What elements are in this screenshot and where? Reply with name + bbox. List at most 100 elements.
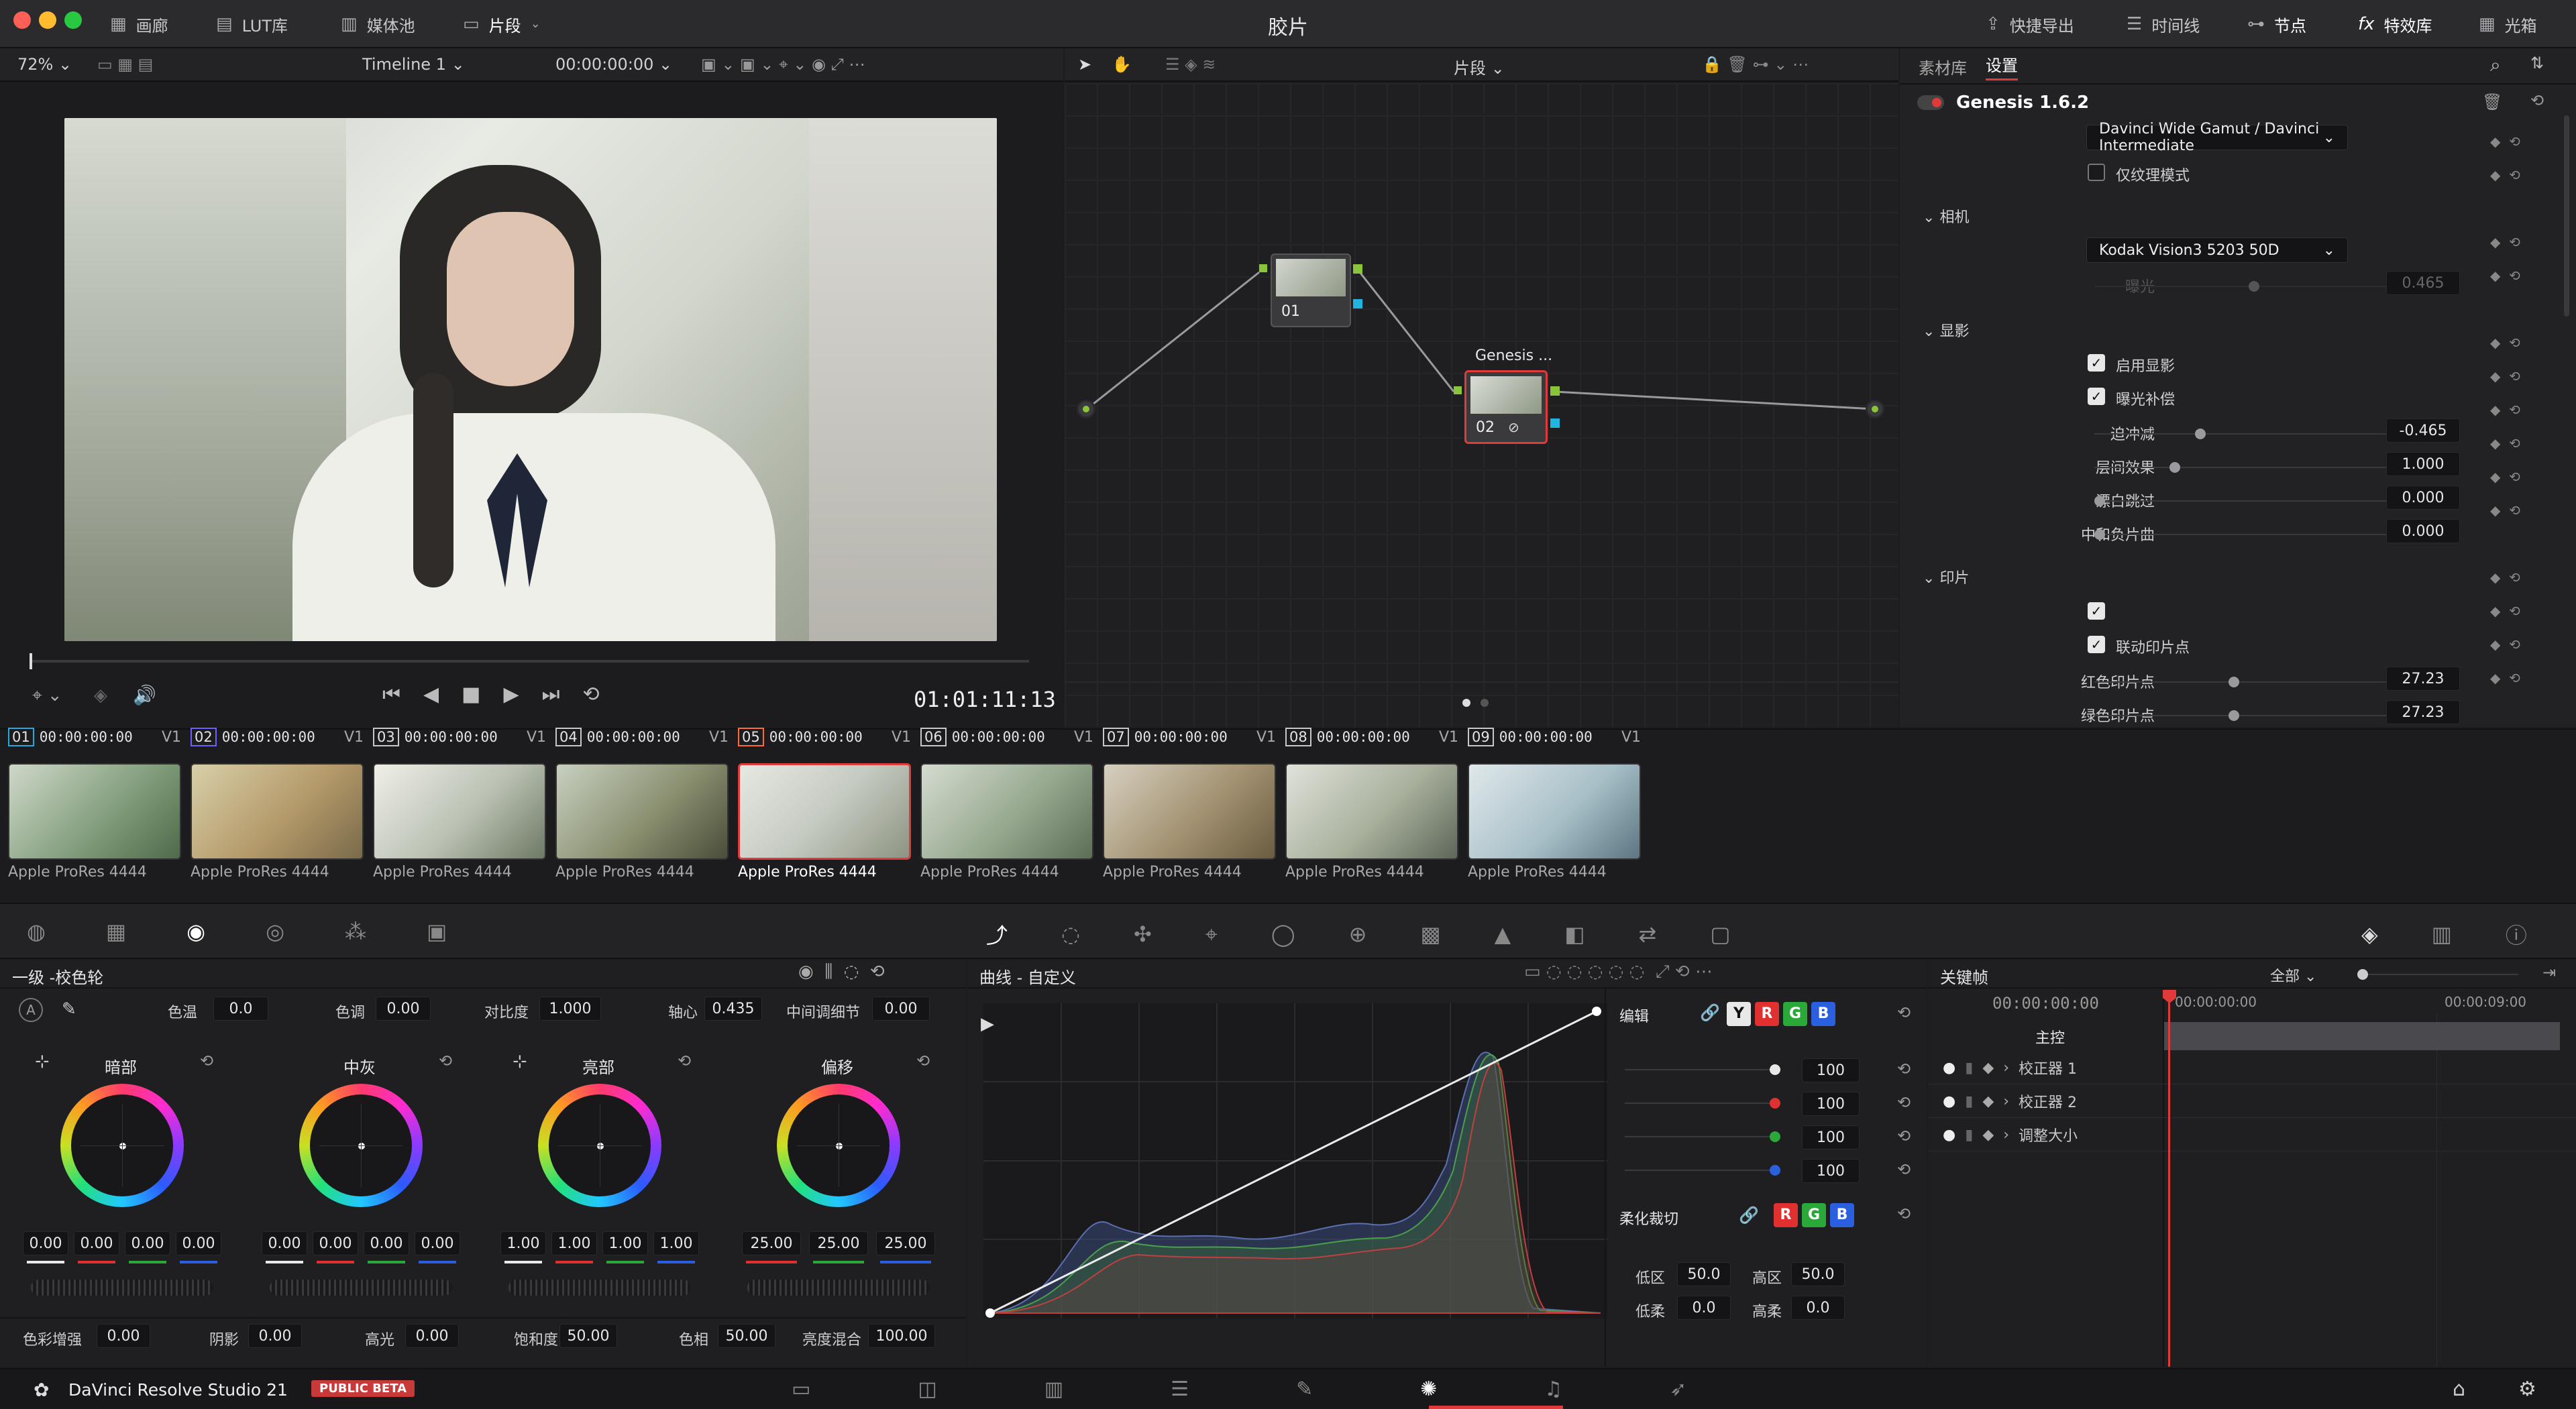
color-wheel[interactable] (299, 1084, 423, 1207)
key-icon[interactable]: ◧ (1564, 921, 1585, 947)
master-wheel-jog[interactable] (508, 1280, 691, 1296)
go-to-end-icon[interactable]: ⏭ (542, 683, 560, 706)
timeline-button[interactable]: ☰ 时间线 (2127, 11, 2200, 38)
red-print-value[interactable]: 27.23 (2386, 667, 2460, 691)
node-02-alpha-output[interactable] (1550, 418, 1560, 428)
effects-library-button[interactable]: fx 特效库 (2358, 11, 2432, 38)
film-type-dropdown[interactable]: Kodak Vision3 5203 50D ⌄ (2086, 237, 2348, 263)
loop-icon[interactable]: ⟲ (583, 683, 600, 706)
contrast-value[interactable]: 1.000 (539, 997, 601, 1021)
stop-icon[interactable]: ■ (462, 683, 480, 706)
channel-g-button[interactable]: G (1783, 1002, 1807, 1026)
neutral-knob[interactable] (2094, 529, 2105, 540)
play-icon[interactable]: ▶ (503, 683, 519, 706)
viewer-image[interactable] (64, 118, 997, 641)
node-output-port[interactable] (1866, 400, 1884, 418)
high-value[interactable]: 50.0 (1791, 1262, 1845, 1286)
clip-07[interactable]: 07 00:00:00:00 V1 Apple ProRes 4444 (1103, 726, 1276, 881)
keyframe-diamond-icon[interactable]: ◆ (1982, 1060, 1994, 1076)
search-icon[interactable]: ⌕ (2490, 54, 2501, 76)
visibility-dot-icon[interactable]: ● (1943, 1060, 1955, 1076)
channel-intensity-value[interactable]: 100 (1802, 1125, 1860, 1149)
hdr-wheels-icon[interactable]: ◎ (266, 919, 284, 944)
trash-icon[interactable]: 🗑 (2482, 93, 2502, 111)
pointer-tool-icon[interactable]: ➤ (1078, 55, 1091, 74)
neutral-value[interactable]: 0.000 (2386, 519, 2460, 543)
clip-01[interactable]: 01 00:00:00:00 V1 Apple ProRes 4444 (8, 726, 181, 881)
wheel-value[interactable]: 0.00 (262, 1231, 307, 1255)
keyframe-row[interactable]: ● ▮ ◆ › 调整大小 (1943, 1119, 2078, 1151)
fairlight-pen-icon[interactable]: ✎ (1296, 1377, 1313, 1401)
node-01[interactable]: 01 (1271, 253, 1351, 327)
minimize-window-button[interactable] (39, 11, 56, 29)
wheel-reset-icon[interactable]: ⟲ (439, 1052, 452, 1070)
wheel-picker-icon[interactable]: ⊹ (513, 1052, 527, 1072)
channel-intensity-value[interactable]: 100 (1802, 1058, 1860, 1082)
channel-b-button[interactable]: B (1811, 1002, 1835, 1026)
wheel-value[interactable]: 0.00 (23, 1231, 68, 1255)
clip-03[interactable]: 03 00:00:00:00 V1 Apple ProRes 4444 (373, 726, 546, 881)
zoom-window-button[interactable] (64, 11, 82, 29)
node-tools-icons[interactable]: ☰ ◈ ≋ (1165, 55, 1216, 74)
channel-y-button[interactable]: Y (1727, 1002, 1751, 1026)
soft-clip-b-button[interactable]: B (1830, 1203, 1854, 1227)
green-print-value[interactable]: 27.23 (2386, 700, 2460, 724)
camera-section-header[interactable]: ⌄ 相机 (1923, 205, 1969, 227)
tint-value[interactable]: 0.00 (376, 997, 431, 1021)
wheel-value[interactable]: 0.00 (125, 1231, 170, 1255)
exposure-comp-checkbox[interactable]: ✓ (2088, 388, 2105, 405)
green-print-knob[interactable] (2229, 710, 2239, 721)
lock-icon[interactable]: ▮ (1965, 1093, 1973, 1110)
color-wheel[interactable] (777, 1084, 900, 1207)
scopes-icon[interactable]: ▥ (2432, 921, 2452, 947)
lum-mix-value[interactable]: 100.00 (868, 1324, 935, 1348)
keyframe-reset-buttons[interactable]: ◆ ⟲ ◆ ⟲ ◆ ⟲ ◆ ⟲ ◆ ⟲ ◆ ⟲ ◆ ⟲ ◆ ⟲ ◆ ⟲ ◆ ⟲ ◆ ⟲ ◆ ⟲ ◆ ⟲ ◆… (2490, 125, 2551, 695)
clip-thumbnail[interactable] (373, 763, 546, 860)
rgb-mixer-icon[interactable]: ⁂ (345, 919, 366, 944)
green-print-slider[interactable] (2094, 710, 2396, 721)
zoom-dropdown[interactable]: 72% ⌄ (17, 55, 72, 74)
3d-icon[interactable]: ▢ (1710, 921, 1730, 947)
wheel-value[interactable]: 25.00 (809, 1231, 868, 1255)
wheel-puck[interactable] (597, 1143, 604, 1149)
keyframe-diamond-icon[interactable]: ◆ (1982, 1093, 1994, 1110)
collapse-icon[interactable]: ⇅ (2530, 54, 2544, 72)
window-icon[interactable]: ◯ (1271, 921, 1295, 947)
enable-develop-checkbox[interactable]: ✓ (2088, 354, 2105, 372)
channel-intensity-knob[interactable] (1770, 1098, 1780, 1109)
eyedropper-icon[interactable]: ⌖ ⌄ (32, 685, 62, 706)
node-01-input[interactable] (1259, 264, 1267, 272)
channel-intensity-slider[interactable] (1625, 1098, 1780, 1109)
channel-reset-icon[interactable]: ⟲ (1897, 1127, 1911, 1145)
keyframe-row[interactable]: ● ▮ ◆ › 校正器 1 (1943, 1052, 2077, 1084)
layers-icon[interactable]: ◈ (94, 685, 107, 706)
red-print-slider[interactable] (2094, 677, 2396, 687)
wheel-value[interactable]: 0.00 (364, 1231, 409, 1255)
tracker-icon[interactable]: ⊕ (1349, 921, 1367, 947)
clip-04[interactable]: 04 00:00:00:00 V1 Apple ProRes 4444 (555, 726, 729, 881)
color-match-icon[interactable]: ▦ (106, 919, 126, 944)
clip-thumbnail[interactable] (191, 763, 364, 860)
page-indicator[interactable] (1481, 699, 1489, 707)
channel-intensity-slider[interactable] (1625, 1131, 1780, 1142)
soft-clip-link-icon[interactable]: 🔗 (1739, 1206, 1759, 1225)
keyframe-zoom-slider[interactable] (2357, 969, 2518, 980)
wheel-value[interactable]: 0.00 (313, 1231, 358, 1255)
visibility-dot-icon[interactable]: ● (1943, 1127, 1955, 1143)
wheel-reset-icon[interactable]: ⟲ (916, 1052, 930, 1070)
clip-thumbnail[interactable] (738, 763, 911, 860)
channel-reset-icon[interactable]: ⟲ (1897, 1160, 1911, 1179)
wheel-value[interactable]: 0.00 (415, 1231, 460, 1255)
soft-clip-reset-icon[interactable]: ⟲ (1897, 1204, 1911, 1223)
close-window-button[interactable] (13, 11, 31, 29)
clip-thumbnail[interactable] (920, 763, 1093, 860)
edit-page-icon[interactable]: ▥ (1044, 1377, 1063, 1401)
reset-all-icon[interactable]: ⟲ (2530, 91, 2544, 110)
push-pull-slider[interactable] (2094, 429, 2396, 439)
soft-clip-r-button[interactable]: R (1774, 1203, 1798, 1227)
keyframe-diamond-icon[interactable]: ◆ (1982, 1127, 1994, 1143)
master-wheel-jog[interactable] (270, 1280, 452, 1296)
clip-thumbnail[interactable] (8, 763, 181, 860)
channel-intensity-knob[interactable] (1770, 1131, 1780, 1142)
wheel-picker-icon[interactable]: ⊹ (35, 1052, 50, 1072)
